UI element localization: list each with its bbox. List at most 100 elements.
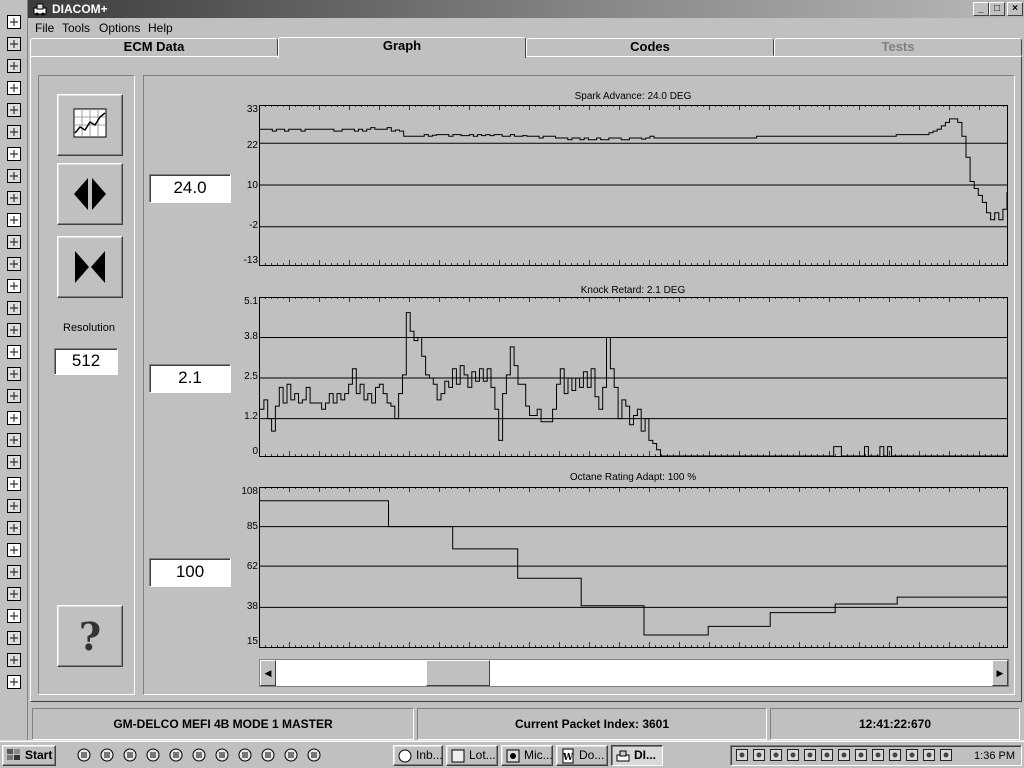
netscape-tray-icon[interactable] xyxy=(854,748,868,762)
paint-tray-icon[interactable] xyxy=(837,748,851,762)
explorer-icon[interactable] xyxy=(6,80,22,96)
speaker-tray-icon[interactable] xyxy=(905,748,919,762)
pliers-icon[interactable] xyxy=(6,586,22,602)
plot-frame xyxy=(259,297,1008,457)
checker-icon[interactable] xyxy=(6,454,22,470)
scroll-thumb[interactable] xyxy=(426,660,490,686)
tab-graph[interactable]: Graph xyxy=(278,37,526,58)
y-tick-label: 33 xyxy=(246,104,258,115)
search-doc-icon[interactable] xyxy=(6,630,22,646)
outlook-icon[interactable] xyxy=(122,747,138,763)
phone-icon[interactable] xyxy=(6,410,22,426)
volume-tray-icon[interactable] xyxy=(871,748,885,762)
printer-icon[interactable] xyxy=(6,542,22,558)
network-icon[interactable] xyxy=(6,388,22,404)
spark-advance-title: Spark Advance: 24.0 DEG xyxy=(574,91,692,102)
windows-logo-icon xyxy=(7,749,20,760)
excel-icon[interactable] xyxy=(6,58,22,74)
graph-icon[interactable] xyxy=(6,102,22,118)
ie-icon[interactable] xyxy=(99,747,115,763)
clock[interactable]: 1:36 PM xyxy=(974,748,1015,764)
chat-icon[interactable] xyxy=(283,747,299,763)
monitor-icon[interactable] xyxy=(260,747,276,763)
menu-file[interactable]: File xyxy=(35,21,54,35)
gear-icon[interactable] xyxy=(6,124,22,140)
resolution-field[interactable]: 512 xyxy=(54,348,118,375)
word-icon[interactable] xyxy=(6,36,22,52)
antivirus-tray-icon[interactable] xyxy=(922,748,936,762)
3d-tray-icon[interactable] xyxy=(786,748,800,762)
spark-advance-readout: 24.0 xyxy=(149,174,231,203)
draw-icon[interactable] xyxy=(191,747,207,763)
keyboard-icon[interactable] xyxy=(6,608,22,624)
tools-icon[interactable] xyxy=(6,146,22,162)
satellite-icon[interactable] xyxy=(168,747,184,763)
knock-retard-title: Knock Retard: 2.1 DEG xyxy=(580,285,686,296)
help-icon: ? xyxy=(79,614,101,659)
checker-icon[interactable] xyxy=(6,476,22,492)
flask-icon[interactable] xyxy=(6,564,22,580)
graph-settings-button[interactable] xyxy=(57,94,123,156)
sync-tray-icon[interactable] xyxy=(888,748,902,762)
diacom-app-icon xyxy=(32,2,48,19)
menu-options[interactable]: Options xyxy=(99,21,140,35)
minimize-button[interactable]: _ xyxy=(973,2,989,16)
tab-ecm-data[interactable]: ECM Data xyxy=(30,38,278,56)
lotus-icon xyxy=(450,748,466,764)
network-tray-icon[interactable] xyxy=(735,748,749,762)
task-diacom[interactable]: DI... xyxy=(611,745,663,766)
menu-help[interactable]: Help xyxy=(148,21,173,35)
y-tick-label: 38 xyxy=(246,601,258,612)
bridge-icon[interactable] xyxy=(6,498,22,514)
star-icon[interactable] xyxy=(6,652,22,668)
y-tick-label: -2 xyxy=(249,220,258,231)
terminal-icon[interactable] xyxy=(6,234,22,250)
compress-time-button[interactable] xyxy=(57,236,123,298)
y-tick-label: 5.1 xyxy=(244,296,258,307)
server-icon[interactable] xyxy=(6,520,22,536)
display-tray-icon[interactable] xyxy=(803,748,817,762)
menu-bar: File Tools Options Help xyxy=(28,18,1024,38)
menu-tools[interactable]: Tools xyxy=(62,21,90,35)
expand-time-button[interactable] xyxy=(57,163,123,225)
task-document[interactable]: W Do... xyxy=(556,745,608,766)
chart-icon[interactable] xyxy=(237,747,253,763)
task-inbox[interactable]: Inb... xyxy=(393,745,443,766)
chart-icon[interactable] xyxy=(6,322,22,338)
timestamp-status: 12:41:22:670 xyxy=(770,708,1020,740)
map-icon[interactable] xyxy=(6,168,22,184)
copy-icon[interactable] xyxy=(6,278,22,294)
disk-tray-icon[interactable] xyxy=(939,748,953,762)
clipboard-icon[interactable] xyxy=(6,674,22,690)
system-tray: 1:36 PM xyxy=(730,745,1022,766)
tab-codes[interactable]: Codes xyxy=(526,38,774,56)
restore-button[interactable]: □ xyxy=(989,2,1005,16)
scroll-right-button[interactable]: ▶ xyxy=(992,660,1008,686)
wrench-icon[interactable] xyxy=(6,212,22,228)
task-lotus[interactable]: Lot... xyxy=(446,745,498,766)
start-button[interactable]: Start xyxy=(2,745,56,766)
globe-icon[interactable] xyxy=(6,190,22,206)
y-tick-label: 108 xyxy=(241,486,258,497)
magnifier-icon[interactable] xyxy=(6,14,22,30)
media-player-icon[interactable] xyxy=(214,747,230,763)
task-microsoft[interactable]: Mic... xyxy=(501,745,553,766)
help-button[interactable]: ? xyxy=(57,605,123,667)
time-scrollbar[interactable]: ◀ ▶ xyxy=(259,659,1009,687)
expand-horizontal-icon xyxy=(74,178,106,210)
scroll-left-button[interactable]: ◀ xyxy=(260,660,276,686)
desktop-icon[interactable] xyxy=(76,747,92,763)
save-tray-icon[interactable] xyxy=(769,748,783,762)
hand-icon[interactable] xyxy=(6,256,22,272)
printer-tray-icon[interactable] xyxy=(752,748,766,762)
media-icon xyxy=(505,748,521,764)
flag-tray-icon[interactable] xyxy=(820,748,834,762)
y-tick-label: 85 xyxy=(246,521,258,532)
link-icon[interactable] xyxy=(6,432,22,448)
cube-icon[interactable] xyxy=(145,747,161,763)
ship-icon[interactable] xyxy=(6,366,22,382)
tools-icon[interactable] xyxy=(306,747,322,763)
close-button[interactable]: × xyxy=(1007,2,1023,16)
pdf-icon[interactable] xyxy=(6,344,22,360)
paint-icon[interactable] xyxy=(6,300,22,316)
